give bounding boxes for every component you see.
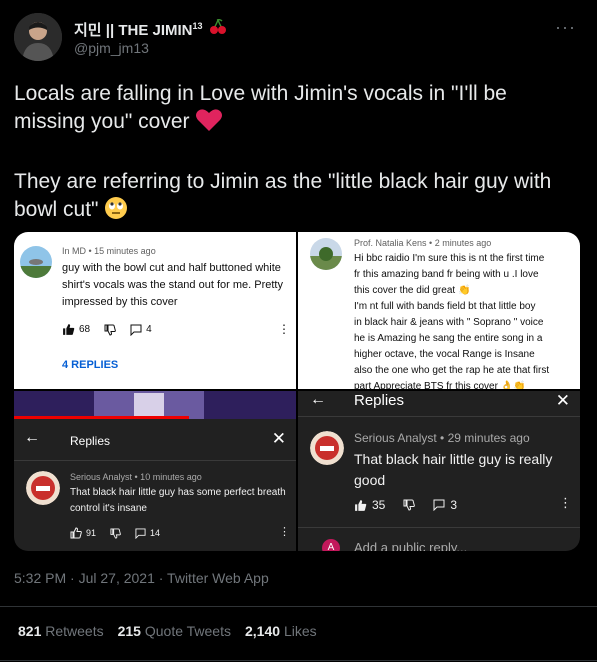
- comment-author-time: In MD • 15 minutes ago: [62, 246, 156, 256]
- comment-text: Hi bbc raidio I'm sure this is nt the fi…: [354, 253, 550, 389]
- reply-count: 3: [450, 498, 458, 512]
- tweet-line-2: They are referring to Jimin as the "litt…: [14, 170, 552, 221]
- likes-stat[interactable]: 2,140 Likes: [245, 623, 317, 639]
- youtube-replies-screenshot-1[interactable]: ← Replies ✕ Serious Analyst • 10 minutes…: [14, 391, 296, 551]
- user-avatar[interactable]: [14, 13, 62, 61]
- commenter-avatar: [310, 238, 342, 270]
- like-button[interactable]: 35: [354, 498, 385, 512]
- user-handle[interactable]: @pjm_jm13: [74, 40, 149, 56]
- commenter-avatar: [26, 471, 60, 505]
- view-replies-link[interactable]: 4 REPLIES: [62, 359, 118, 371]
- back-arrow-icon[interactable]: ←: [24, 429, 40, 447]
- back-arrow-icon[interactable]: ←: [310, 391, 326, 409]
- video-thumbnail-strip: [14, 391, 296, 419]
- dislike-icon[interactable]: [104, 324, 116, 336]
- divider: [0, 606, 597, 607]
- add-reply-input[interactable]: Add a public reply...: [354, 540, 467, 551]
- comment-actions: 91 14: [70, 527, 160, 539]
- retweets-stat[interactable]: 821 Retweets: [18, 623, 104, 639]
- kebab-menu-icon[interactable]: ⋮: [278, 322, 290, 336]
- comment-text: That black hair little guy has some perf…: [70, 487, 286, 514]
- media-grid[interactable]: In MD • 15 minutes ago guy with the bowl…: [14, 232, 580, 551]
- commenter-avatar: [20, 246, 52, 278]
- current-user-avatar: A: [322, 539, 340, 551]
- close-icon[interactable]: ✕: [556, 391, 570, 411]
- replies-header: ← Replies ✕: [14, 419, 296, 461]
- comment-author-time: Prof. Natalia Kens • 2 minutes ago: [354, 238, 492, 248]
- tweet-line-1: Locals are falling in Love with Jimin's …: [14, 82, 507, 133]
- quote-tweets-stat[interactable]: 215 Quote Tweets: [118, 623, 231, 639]
- like-count: 91: [86, 528, 97, 538]
- comment-actions: 35 3: [354, 498, 457, 512]
- display-name-line[interactable]: 지민 || THE JIMIN13: [74, 18, 227, 40]
- comment-text: That black hair little guy is really goo…: [354, 451, 553, 488]
- red-heart-icon: [195, 108, 223, 140]
- close-icon[interactable]: ✕: [272, 429, 286, 449]
- commenter-avatar: [310, 431, 344, 465]
- comment-author-time: Serious Analyst • 29 minutes ago: [354, 431, 530, 445]
- face-with-rolling-eyes-icon: [104, 196, 128, 228]
- youtube-replies-screenshot-2[interactable]: ← Replies ✕ Serious Analyst • 29 minutes…: [298, 391, 580, 551]
- dislike-icon[interactable]: [403, 499, 416, 511]
- youtube-comment-screenshot-2[interactable]: Prof. Natalia Kens • 2 minutes ago Hi bb…: [298, 232, 580, 389]
- like-count: 68: [79, 324, 91, 335]
- replies-title: Replies: [354, 392, 405, 409]
- cherry-icon: [209, 18, 227, 40]
- tweet-header: 지민 || THE JIMIN13 @pjm_jm13 ···: [14, 13, 584, 63]
- replies-title: Replies: [70, 434, 111, 448]
- kebab-menu-icon[interactable]: ⋮: [559, 495, 572, 511]
- reply-button[interactable]: 3: [433, 498, 457, 512]
- more-options-icon[interactable]: ···: [555, 17, 576, 38]
- kebab-menu-icon[interactable]: ⋮: [279, 525, 290, 538]
- divider: [0, 660, 597, 661]
- reply-count: 4: [146, 324, 152, 335]
- divider: [298, 527, 580, 528]
- comment-author-time: Serious Analyst • 10 minutes ago: [70, 472, 202, 482]
- like-button[interactable]: 68: [62, 323, 90, 336]
- reply-button[interactable]: 14: [135, 527, 161, 539]
- reply-count: 14: [150, 528, 161, 538]
- tweet-timestamp[interactable]: 5:32 PM · Jul 27, 2021 · Twitter Web App: [14, 570, 269, 586]
- comment-actions: 68 4: [62, 323, 152, 336]
- display-name[interactable]: 지민 || THE JIMIN13: [74, 19, 203, 40]
- comment-text: guy with the bowl cut and half buttoned …: [62, 262, 283, 308]
- reply-button[interactable]: 4: [130, 324, 152, 336]
- like-button[interactable]: 91: [70, 527, 96, 539]
- dislike-icon[interactable]: [110, 527, 121, 539]
- tweet-stats: 821 Retweets 215 Quote Tweets 2,140 Like…: [18, 623, 317, 639]
- tweet-text: Locals are falling in Love with Jimin's …: [14, 80, 582, 256]
- youtube-comment-screenshot-1[interactable]: In MD • 15 minutes ago guy with the bowl…: [14, 232, 296, 389]
- replies-header: ← Replies ✕: [298, 391, 580, 417]
- like-count: 35: [372, 498, 386, 512]
